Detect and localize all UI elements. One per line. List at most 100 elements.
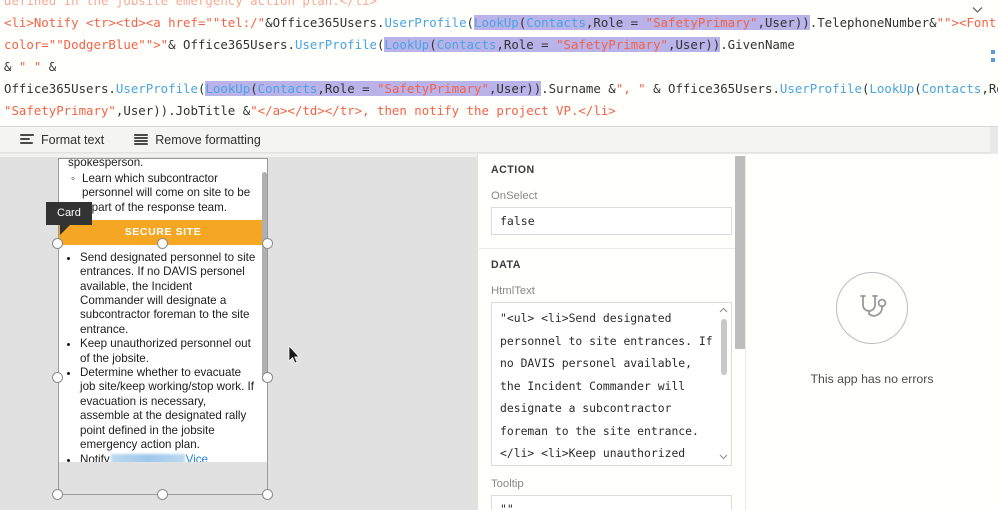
formula-line: <li>Notify <tr><td><a href=""tel:/"&Offi…	[4, 12, 996, 34]
format-toolbar: Format text Remove formatting	[0, 127, 990, 153]
formula-token: &	[265, 15, 273, 30]
formula-token: "</a></td></tr>, then notify the project…	[250, 103, 616, 118]
formula-token: ,User))	[668, 37, 721, 52]
tooltip-input[interactable]	[491, 495, 732, 510]
data-section-title: DATA	[491, 259, 521, 271]
formula-token: LookUp	[384, 37, 430, 52]
formula-bar-resize-handle[interactable]	[988, 46, 998, 68]
card-bullet-list: Send designated personnel to site entran…	[70, 251, 258, 462]
formula-token: LookUp	[205, 81, 251, 96]
formula-token: ,Role =	[496, 37, 557, 52]
redacted-name	[110, 453, 185, 462]
resize-handle-left-middle[interactable]	[52, 372, 63, 383]
chevron-down-icon[interactable]	[718, 452, 729, 463]
formula-token: UserProfile	[294, 37, 378, 52]
formula-token: "SafetyPrimary"	[377, 81, 489, 96]
formula-token: Office365Users	[272, 15, 377, 30]
card-control[interactable]: spokesperson. Learn which subcontractor …	[46, 158, 273, 500]
formula-token: Contacts	[436, 37, 497, 52]
formula-token: ,User))	[488, 81, 542, 96]
formula-bar[interactable]: defined in the jobsite emergency action …	[0, 0, 998, 127]
list-item: Learn which subcontractor personnel will…	[71, 172, 258, 215]
formula-token: LookUp	[869, 81, 915, 96]
canvas-top-strip	[0, 154, 477, 157]
formula-line: "SafetyPrimary",User)).JobTitle &"</a></…	[4, 100, 964, 122]
formula-token: & Office365Users.	[645, 81, 780, 96]
formula-token: ,User))	[757, 15, 810, 30]
formula-token: " "	[18, 59, 42, 74]
formula-token: defined in the jobsite emergency action …	[4, 0, 377, 8]
chevron-up-icon[interactable]	[718, 305, 729, 316]
action-section: ACTION OnSelect	[478, 154, 745, 249]
formula-text[interactable]: defined in the jobsite emergency action …	[4, 0, 998, 126]
resize-handle-right-top[interactable]	[262, 238, 273, 249]
scrollbar-thumb[interactable]	[735, 156, 745, 349]
formula-token: ", "	[615, 81, 646, 96]
remove-formatting-icon	[134, 134, 149, 145]
formula-token: "SafetyPrimary"	[556, 37, 668, 52]
list-item: Keep unauthorized personnel out of the j…	[80, 337, 258, 366]
formula-token: &	[41, 59, 57, 74]
formula-token: Office365Users.	[4, 81, 116, 96]
list-item: Determine whether to evacuate job site/k…	[80, 366, 258, 452]
htmltext-scrollbar[interactable]	[718, 305, 729, 463]
formula-token: Contacts	[257, 81, 318, 96]
formula-line: color=""DodgerBlue"">"& Office365Users.U…	[4, 34, 964, 56]
resize-handle-right-bottom[interactable]	[262, 489, 273, 500]
tooltip-label: Tooltip	[491, 478, 524, 490]
htmltext-input[interactable]: "<ul> <li>Send designated personnel to s…	[491, 302, 732, 466]
formula-token: ,Role =	[981, 81, 998, 96]
formula-token: UserProfile	[779, 81, 862, 96]
htmltext-label: HtmlText	[491, 285, 535, 297]
formula-token: UserProfile	[384, 15, 467, 30]
formula-token: ,Role =	[585, 15, 646, 30]
list-item: Send designated personnel to site entran…	[80, 251, 258, 337]
remove-formatting-label: Remove formatting	[155, 132, 261, 147]
card-lower-text: Send designated personnel to site entran…	[58, 244, 268, 462]
chevron-down-icon[interactable]	[969, 3, 985, 19]
formula-line: & " " &	[4, 56, 964, 78]
action-section-title: ACTION	[491, 164, 535, 176]
format-text-button[interactable]: Format text	[16, 131, 108, 149]
power-apps-studio: defined in the jobsite emergency action …	[0, 0, 998, 510]
card-vertical-scrollbar[interactable]	[262, 172, 267, 382]
formula-token: .TelephoneNumber&	[809, 15, 937, 30]
formula-token: Contacts	[526, 15, 586, 30]
card-cut-line: spokesperson.	[68, 158, 144, 169]
list-item-notify: NotifyVice President - Safety, then noti…	[80, 452, 258, 463]
formula-token: (	[466, 15, 474, 30]
formula-token: (	[429, 37, 437, 52]
formula-token: UserProfile	[115, 81, 198, 96]
properties-panel-scrollbar[interactable]	[735, 154, 745, 510]
app-canvas[interactable]: spokesperson. Learn which subcontractor …	[0, 154, 477, 510]
formula-line: defined in the jobsite emergency action …	[4, 0, 964, 12]
onselect-input[interactable]	[491, 207, 732, 235]
formula-token: "SafetyPrimary"	[4, 103, 116, 118]
resize-handle-center-top[interactable]	[157, 238, 168, 249]
resize-handle-right-middle[interactable]	[262, 372, 273, 383]
notify-prefix: Notify	[80, 452, 110, 463]
formula-token: Contacts	[921, 81, 982, 96]
resize-handle-left-top[interactable]	[52, 238, 63, 249]
formula-token: ,Role =	[317, 81, 378, 96]
card-upper-bullet-list: Learn which subcontractor personnel will…	[68, 172, 258, 215]
scrollbar-thumb[interactable]	[720, 319, 727, 375]
htmltext-value: "<ul> <li>Send designated personnel to s…	[500, 311, 713, 460]
formula-token: "SafetyPrimary"	[645, 15, 758, 30]
formula-token: & Office365Users.	[168, 37, 295, 52]
formula-token: ,User)).JobTitle &	[115, 103, 251, 118]
formula-token: LookUp	[474, 15, 519, 30]
onselect-label: OnSelect	[491, 190, 538, 202]
formula-token: .Surname &	[541, 81, 616, 96]
formula-token: (	[914, 81, 922, 96]
properties-panel[interactable]: ACTION OnSelect DATA HtmlText "<ul> <li>…	[477, 154, 745, 510]
resize-handle-left-bottom[interactable]	[52, 489, 63, 500]
remove-formatting-button[interactable]: Remove formatting	[130, 131, 265, 149]
mouse-pointer-icon	[288, 345, 300, 364]
format-text-icon	[20, 134, 34, 145]
resize-handle-center-bottom[interactable]	[157, 489, 168, 500]
formula-token: ""><Font	[936, 15, 997, 30]
formula-token: .GivenName	[720, 37, 795, 52]
formula-line: Office365Users.UserProfile(LookUp(Contac…	[4, 78, 998, 100]
card-tooltip: Card	[46, 202, 92, 235]
